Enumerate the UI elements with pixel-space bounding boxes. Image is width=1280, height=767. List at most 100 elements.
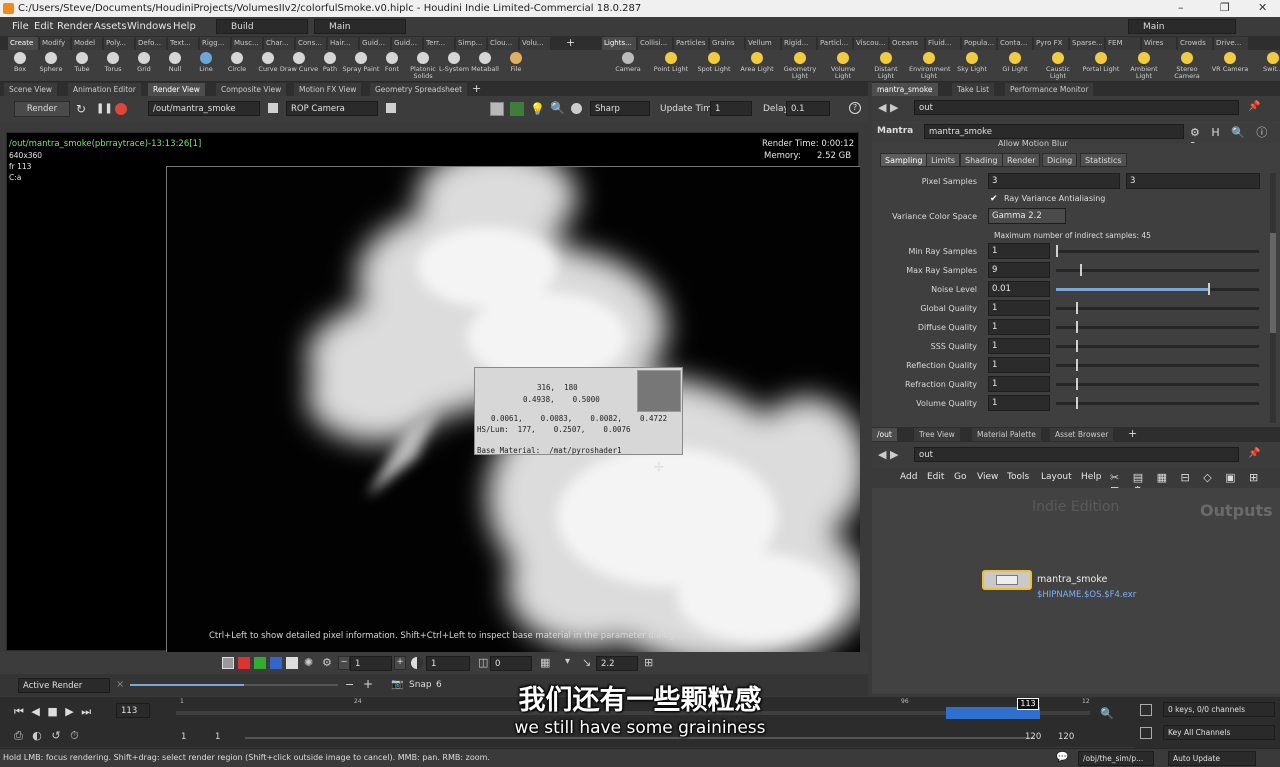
parm-slider-track[interactable] — [1056, 364, 1259, 367]
parm-value[interactable]: 1 — [988, 357, 1050, 373]
parm-value[interactable]: 9 — [988, 262, 1050, 278]
parm-slider-knob[interactable] — [1076, 302, 1078, 314]
tool-right-7[interactable]: Environment Light — [909, 52, 951, 80]
menu-assets[interactable]: Assets — [94, 21, 127, 32]
shelf-tab-10[interactable]: Hair... — [328, 37, 358, 50]
timeline-bar[interactable] — [176, 707, 1090, 719]
shelf-tab-1[interactable]: Modify — [40, 37, 70, 50]
shelf-tab-right-11[interactable]: Conta... — [998, 37, 1032, 50]
start-frame[interactable]: 1 — [181, 732, 186, 742]
alpha-channel-icon[interactable] — [286, 657, 298, 669]
render-slider-track[interactable] — [130, 684, 338, 686]
parm-slider-track[interactable] — [1056, 269, 1259, 272]
shelf-tab-right-16[interactable]: Crowds — [1178, 37, 1212, 50]
parm-slider-track[interactable] — [1056, 250, 1259, 253]
maximize-button[interactable]: ❐ — [1220, 1, 1230, 14]
exposure-icon[interactable]: ✺ — [304, 656, 313, 669]
tab-asset-browser[interactable]: Asset Browser — [1050, 428, 1114, 441]
tool-right-13[interactable]: Stereo Camera — [1167, 52, 1207, 80]
parm-slider-knob[interactable] — [1076, 321, 1078, 333]
minimize-button[interactable]: – — [1178, 1, 1184, 14]
options-icon[interactable]: ⊞ — [644, 656, 653, 669]
add-pane-tab-icon[interactable]: + — [472, 82, 481, 95]
tool-file[interactable]: File — [496, 52, 536, 73]
tab-mantra-smoke[interactable]: mantra_smoke — [872, 83, 938, 96]
stop-icon[interactable] — [115, 103, 127, 115]
field-4[interactable]: 2.2 — [596, 656, 638, 671]
dropdown-arrow-icon[interactable]: ▾ — [565, 656, 570, 667]
parm-slider-knob[interactable] — [1076, 397, 1078, 409]
shelf-tab-15[interactable]: Clou... — [488, 37, 518, 50]
tool-right-9[interactable]: GI Light — [995, 52, 1035, 73]
tab-animation-editor[interactable]: Animation Editor — [68, 83, 141, 96]
start-frame-2[interactable]: 1 — [215, 732, 220, 742]
tool-right-10[interactable]: Caustic Light — [1038, 52, 1078, 80]
shelf-tab-6[interactable]: Rigg... — [200, 37, 230, 50]
parm-tab-dicing[interactable]: Dicing — [1042, 153, 1078, 167]
lut-icon[interactable]: ◫ — [478, 656, 488, 669]
zoom-out-icon[interactable]: − — [345, 678, 354, 691]
pixel-samples-x[interactable]: 3 — [988, 173, 1120, 189]
node-name-field[interactable]: mantra_smoke — [924, 124, 1184, 139]
shelf-tab-0[interactable]: Create — [8, 37, 38, 50]
tool-right-12[interactable]: Ambient Light — [1124, 52, 1164, 80]
shelf-tab-right-3[interactable]: Grains — [710, 37, 744, 50]
parm-value[interactable]: 1 — [988, 395, 1050, 411]
shelf-tab-right-17[interactable]: Drive... — [1214, 37, 1248, 50]
parm-value[interactable]: 1 — [988, 376, 1050, 392]
tool-right-15[interactable]: Swit... — [1253, 52, 1280, 73]
render-button[interactable]: Render — [14, 101, 70, 117]
net-menu-layout[interactable]: Layout — [1041, 472, 1072, 482]
tool-right-8[interactable]: Sky Light — [952, 52, 992, 73]
add-tab-icon[interactable]: + — [1128, 427, 1137, 440]
parm-tab-shading[interactable]: Shading — [960, 153, 1003, 167]
status-path[interactable]: /obj/the_sim/p... — [1078, 751, 1154, 766]
shelf-tab-right-5[interactable]: Rigid... — [782, 37, 816, 50]
frame-marker[interactable]: 113 — [1017, 698, 1039, 710]
chat-icon[interactable]: 💬 — [1056, 752, 1068, 763]
net-pin-icon[interactable]: 📌 — [1248, 448, 1260, 459]
current-frame-field[interactable]: 113 — [116, 703, 150, 718]
camera-dropdown[interactable]: ROP Camera — [286, 101, 378, 116]
tool-right-14[interactable]: VR Camera — [1210, 52, 1250, 73]
parm-value[interactable]: 0.01 — [988, 281, 1050, 297]
parm-slider-knob[interactable] — [1076, 359, 1078, 371]
tab-out[interactable]: /out — [872, 428, 897, 441]
field-2[interactable]: 1 — [426, 656, 470, 671]
range-slider[interactable] — [245, 737, 1035, 739]
back-icon[interactable]: ◀ ▶ — [878, 101, 898, 114]
shelf-tab-right-6[interactable]: Particl... — [818, 37, 852, 50]
tab-composite-view[interactable]: Composite View — [216, 83, 287, 96]
right-workspace-dropdown[interactable]: Main — [1128, 19, 1236, 34]
zoom-icon[interactable]: 🔍 — [550, 101, 565, 115]
red-channel-icon[interactable] — [238, 657, 250, 669]
parm-value[interactable]: 1 — [988, 243, 1050, 259]
green-channel-icon[interactable] — [254, 657, 266, 669]
parm-slider-track[interactable] — [1056, 326, 1259, 329]
tool-right-5[interactable]: Volume Light — [823, 52, 863, 80]
end-frame-2[interactable]: 120 — [1058, 732, 1074, 742]
clear-icon[interactable]: × — [116, 679, 124, 690]
workspace-dropdown[interactable]: Main — [314, 19, 406, 34]
menu-edit[interactable]: Edit — [34, 21, 53, 32]
shelf-tab-4[interactable]: Defo... — [136, 37, 166, 50]
parm-value[interactable]: 1 — [988, 319, 1050, 335]
parm-slider-knob[interactable] — [1056, 245, 1058, 257]
settings-icon[interactable]: ⚙ — [322, 656, 332, 669]
tab-take-list[interactable]: Take List — [952, 83, 995, 96]
net-menu-go[interactable]: Go — [954, 472, 966, 482]
parm-slider-track[interactable] — [1056, 345, 1259, 348]
gamma-icon[interactable] — [411, 657, 423, 669]
tab-render-view[interactable]: Render View — [148, 83, 205, 96]
active-render-dropdown[interactable]: Active Render — [18, 678, 110, 693]
end-frame[interactable]: 120 — [1025, 732, 1041, 742]
desktop-dropdown[interactable]: Build — [216, 19, 308, 34]
menu-help[interactable]: Help — [173, 21, 196, 32]
add-shelf-tab-icon[interactable]: + — [566, 36, 575, 49]
help-icon[interactable]: ? — [849, 102, 861, 114]
tool-right-0[interactable]: Camera — [608, 52, 648, 73]
net-menu-edit[interactable]: Edit — [927, 472, 944, 482]
shelf-tab-right-10[interactable]: Popula... — [962, 37, 996, 50]
playback-controls[interactable]: ⏮ ◀ ■ ▶ ⏭ — [14, 705, 93, 719]
tab-material-palette[interactable]: Material Palette — [972, 428, 1041, 441]
